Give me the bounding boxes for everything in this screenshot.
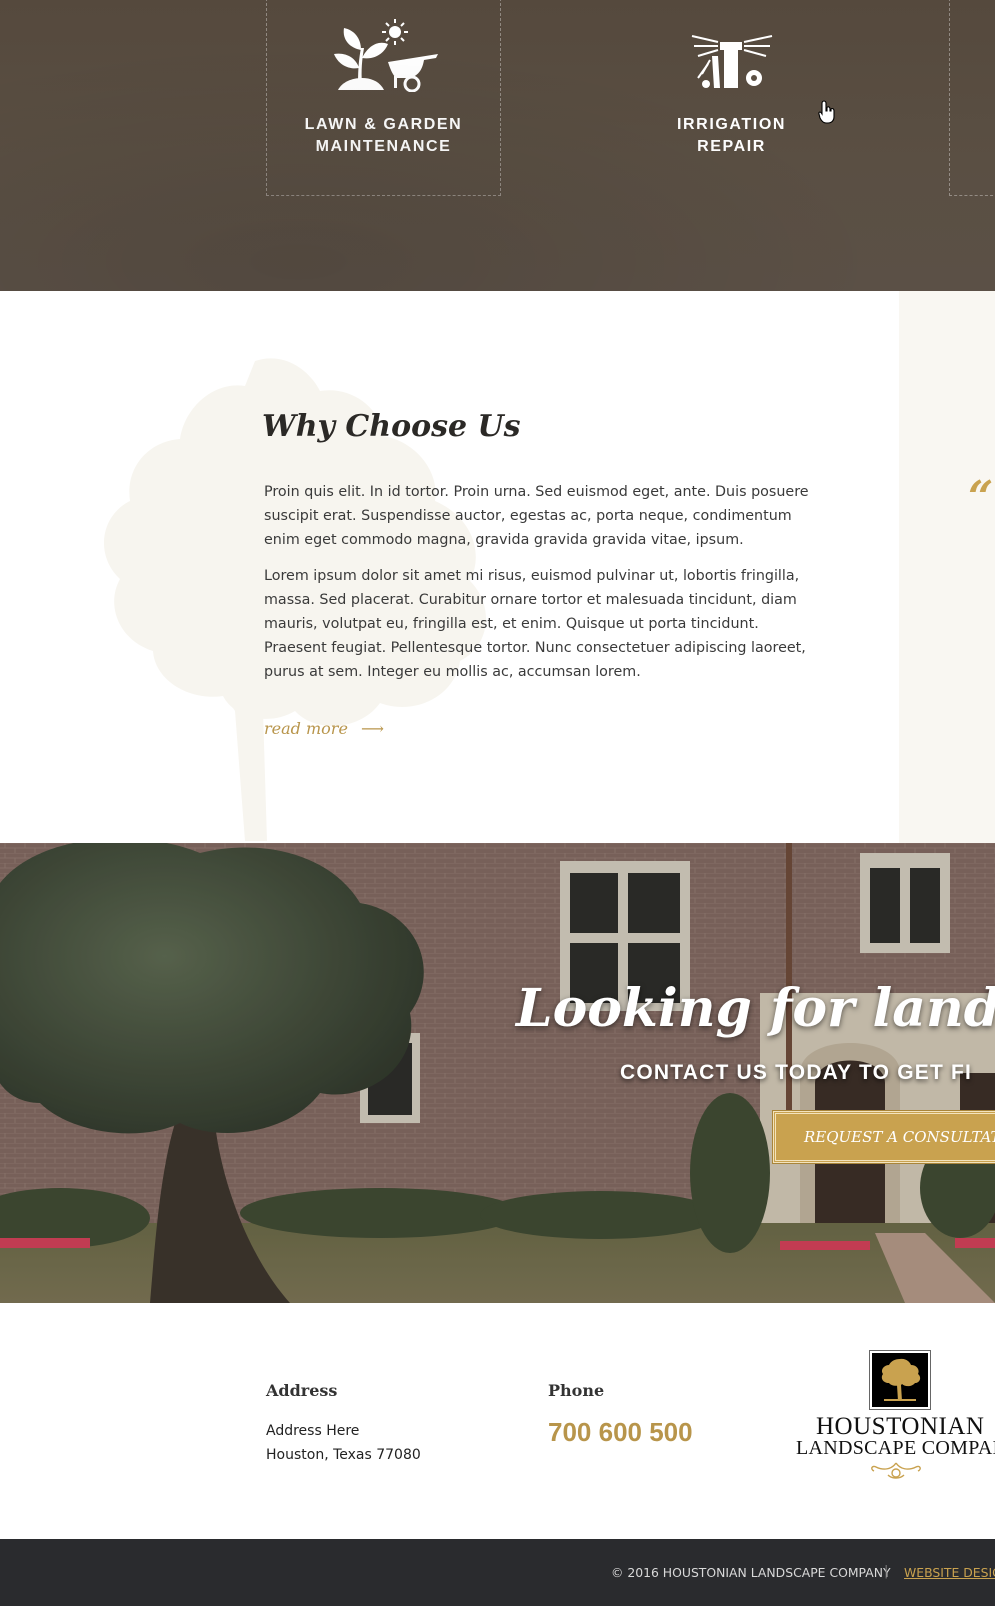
- contact-section: Address Address Here Houston, Texas 7708…: [0, 1303, 995, 1539]
- sprinkler-icon: [691, 35, 772, 88]
- flourish-icon: [871, 1462, 921, 1479]
- testimonial-panel: [899, 291, 995, 843]
- paragraph: Lorem ipsum dolor sit amet mi risus, eui…: [264, 568, 806, 680]
- cta-subtitle: CONTACT US TODAY TO GET FI: [620, 1061, 973, 1084]
- copyright-text: © 2016 HOUSTONIAN LANDSCAPE COMPANY: [611, 1565, 891, 1580]
- tree-icon: [881, 1358, 921, 1401]
- cta-banner: Looking for landscap CONTACT US TODAY TO…: [0, 843, 995, 1303]
- footer-bar: © 2016 HOUSTONIAN LANDSCAPE COMPANY | WE…: [0, 1539, 995, 1606]
- hand-cursor-icon: [818, 100, 835, 124]
- why-choose-us-section: Why Choose Us Proin quis elit. In id tor…: [0, 291, 899, 843]
- quote-icon: “: [968, 472, 994, 523]
- website-design-link[interactable]: WEBSITE DESIGN: [904, 1565, 995, 1580]
- service-card-border: [266, 0, 501, 196]
- phone-number-link[interactable]: 700 600 500: [548, 1417, 693, 1448]
- phone-heading: Phone: [548, 1381, 605, 1400]
- read-more-label: read more: [264, 719, 348, 738]
- service-card-border: [949, 0, 995, 196]
- services-section: LAWN & GARDEN MAINTENANCE IRRIGATION REP…: [0, 0, 995, 291]
- service-label: IRRIGATION REPAIR: [676, 116, 787, 155]
- service-label: LAWN & GARDEN MAINTENANCE: [304, 116, 463, 155]
- service-irrigation-repair[interactable]: IRRIGATION REPAIR: [614, 34, 849, 158]
- paragraph: Proin quis elit. In id tortor. Proin urn…: [264, 484, 809, 548]
- logo-text: LANDSCAPE COMPANY: [796, 1437, 995, 1459]
- request-consultation-button[interactable]: REQUEST A CONSULTATION: [772, 1110, 995, 1164]
- address-text: Address Here Houston, Texas 77080: [266, 1423, 421, 1463]
- plant-wheelbarrow-icon: [333, 19, 438, 92]
- read-more-link[interactable]: read more ⟶: [264, 719, 384, 738]
- address-heading: Address: [266, 1381, 338, 1400]
- logo-tree-emblem: [869, 1350, 931, 1410]
- cta-title: Looking for landscap: [516, 978, 995, 1039]
- arrow-right-icon: ⟶: [361, 719, 384, 738]
- footer-separator: |: [884, 1564, 889, 1579]
- company-logo[interactable]: HOUSTONIAN LANDSCAPE COMPANY: [796, 1350, 995, 1483]
- service-lawn-garden[interactable]: LAWN & GARDEN MAINTENANCE: [266, 18, 501, 158]
- section-title: Why Choose Us: [262, 409, 521, 444]
